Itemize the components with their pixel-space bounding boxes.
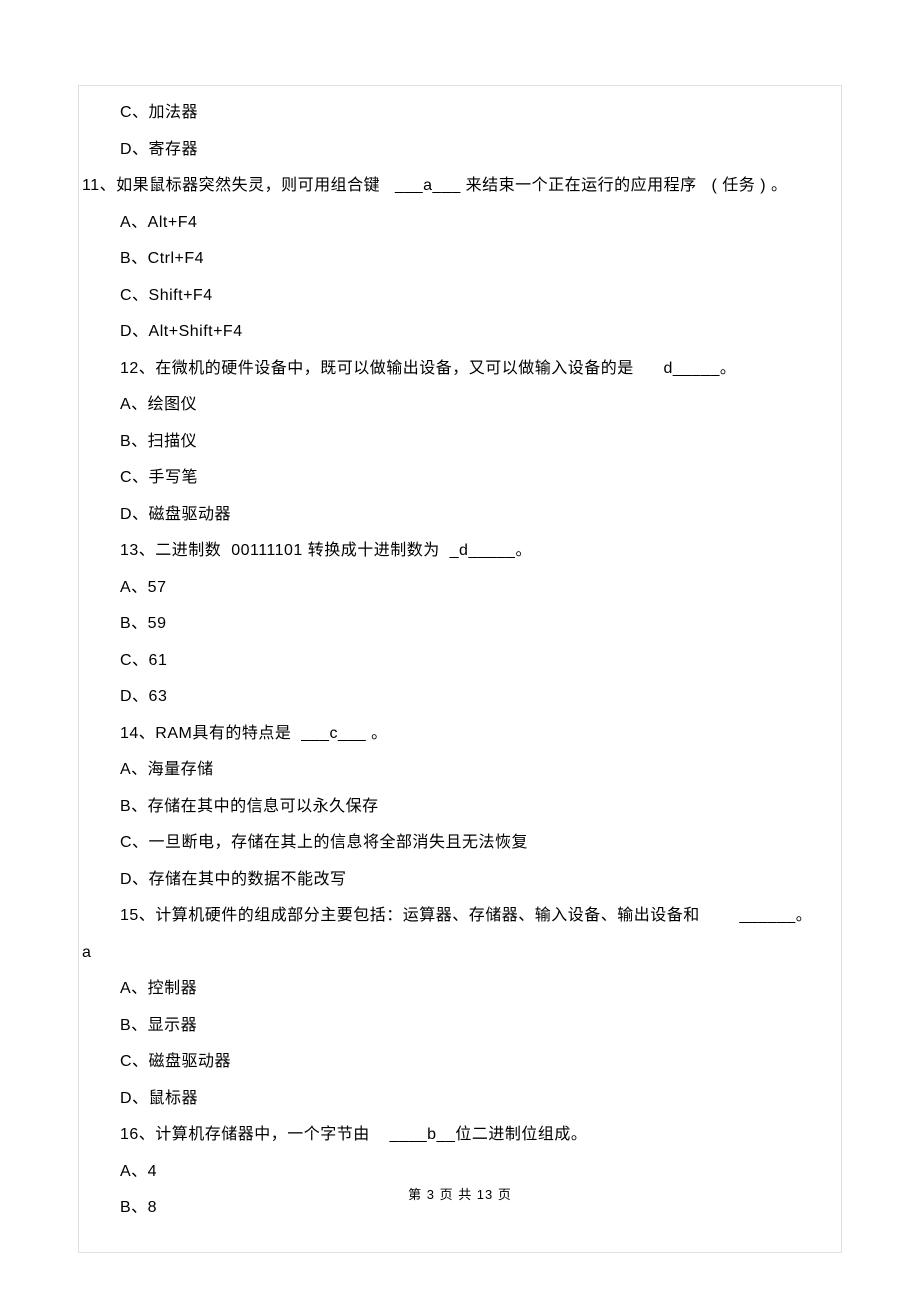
option-text: D、63 xyxy=(82,679,838,716)
option-text: D、鼠标器 xyxy=(82,1081,838,1118)
option-text: C、加法器 xyxy=(82,95,838,132)
option-text: A、海量存储 xyxy=(82,752,838,789)
question-text: 15、计算机硬件的组成部分主要包括：运算器、存储器、输入设备、输出设备和 ___… xyxy=(82,898,838,935)
option-text: C、61 xyxy=(82,643,838,680)
option-text: B、Ctrl+F4 xyxy=(82,241,838,278)
question-text: 11、如果鼠标器突然失灵，则可用组合键 ___a___ 来结束一个正在运行的应用… xyxy=(82,168,838,205)
document-content: C、加法器 D、寄存器 11、如果鼠标器突然失灵，则可用组合键 ___a___ … xyxy=(82,95,838,1227)
option-text: A、57 xyxy=(82,570,838,607)
option-text: C、手写笔 xyxy=(82,460,838,497)
option-text: A、绘图仪 xyxy=(82,387,838,424)
option-text: B、显示器 xyxy=(82,1008,838,1045)
option-text: C、Shift+F4 xyxy=(82,278,838,315)
answer-text: a xyxy=(82,935,838,972)
option-text: D、Alt+Shift+F4 xyxy=(82,314,838,351)
question-text: 16、计算机存储器中，一个字节由 ____b__位二进制位组成。 xyxy=(82,1117,838,1154)
option-text: A、控制器 xyxy=(82,971,838,1008)
question-text: 14、RAM具有的特点是 ___c___ 。 xyxy=(82,716,838,753)
option-text: D、寄存器 xyxy=(82,132,838,169)
option-text: B、59 xyxy=(82,606,838,643)
option-text: C、磁盘驱动器 xyxy=(82,1044,838,1081)
option-text: B、扫描仪 xyxy=(82,424,838,461)
option-text: A、Alt+F4 xyxy=(82,205,838,242)
option-text: D、磁盘驱动器 xyxy=(82,497,838,534)
question-text: 13、二进制数 00111101 转换成十进制数为 _d_____。 xyxy=(82,533,838,570)
question-text: 12、在微机的硬件设备中，既可以做输出设备，又可以做输入设备的是 d_____。 xyxy=(82,351,838,388)
option-text: B、存储在其中的信息可以永久保存 xyxy=(82,789,838,826)
page-footer: 第 3 页 共 13 页 xyxy=(0,1184,920,1203)
option-text: C、一旦断电，存储在其上的信息将全部消失且无法恢复 xyxy=(82,825,838,862)
option-text: D、存储在其中的数据不能改写 xyxy=(82,862,838,899)
